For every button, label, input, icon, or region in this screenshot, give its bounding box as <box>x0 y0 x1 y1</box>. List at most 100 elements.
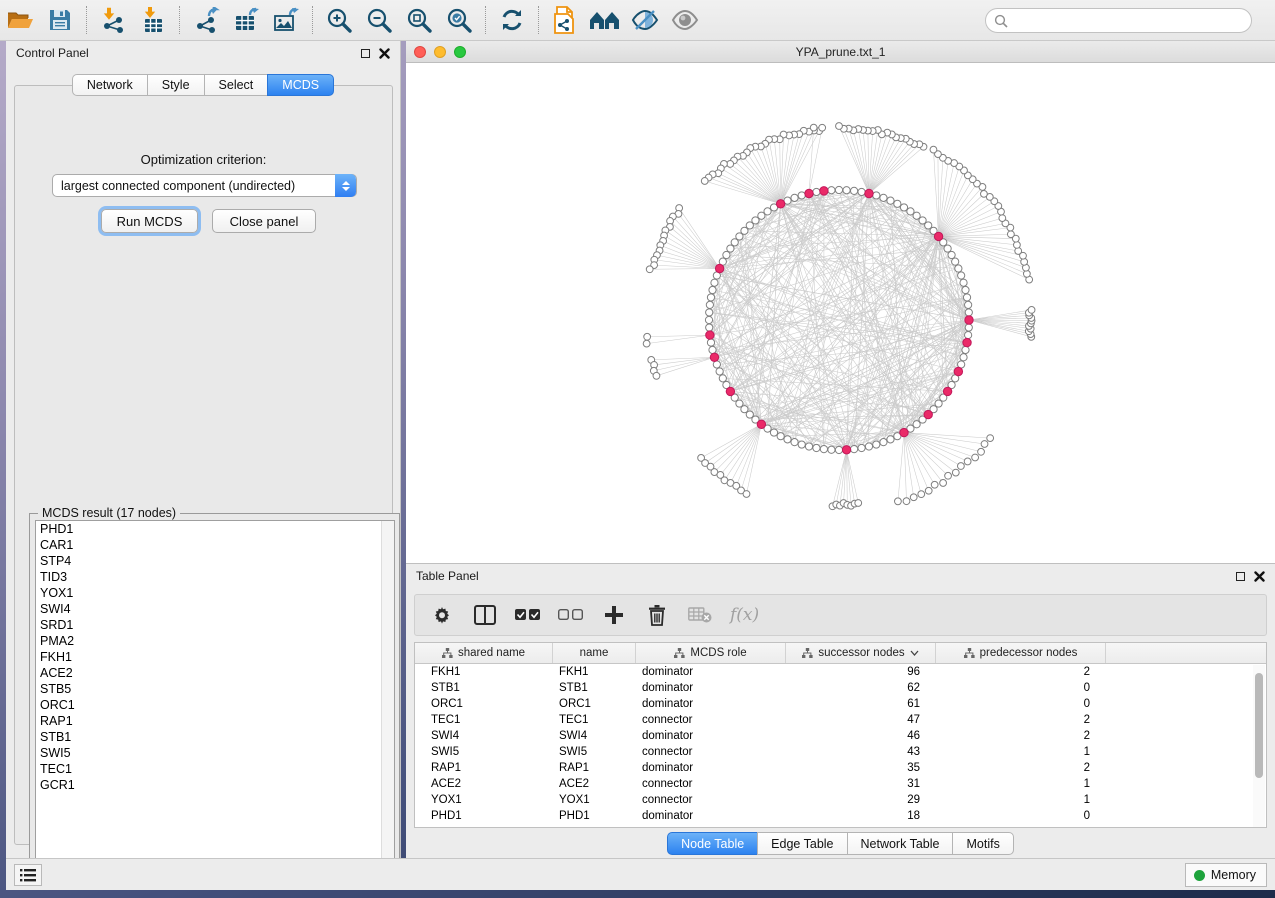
mcds-result-item[interactable]: STB1 <box>36 729 394 745</box>
function-builder-icon[interactable]: f(x) <box>730 605 759 625</box>
network-node[interactable] <box>716 368 723 375</box>
search-field[interactable] <box>985 8 1252 33</box>
network-node[interactable] <box>972 454 979 461</box>
mcds-hub-node[interactable] <box>776 200 784 208</box>
mcds-hub-node[interactable] <box>900 428 908 436</box>
network-node[interactable] <box>855 500 862 507</box>
task-history-button[interactable] <box>14 864 42 886</box>
network-node[interactable] <box>798 441 805 448</box>
mcds-result-item[interactable]: SWI4 <box>36 601 394 617</box>
network-node[interactable] <box>828 446 835 453</box>
network-node[interactable] <box>819 124 826 131</box>
tab-select[interactable]: Select <box>204 74 268 96</box>
network-node[interactable] <box>907 208 914 215</box>
optimization-criterion-select[interactable]: largest connected component (undirected) <box>52 174 357 197</box>
network-node[interactable] <box>945 472 952 479</box>
network-node[interactable] <box>931 481 938 488</box>
tab-network-table[interactable]: Network Table <box>847 832 953 855</box>
table-row[interactable]: TEC1TEC1connector472 <box>415 712 1266 728</box>
zoom-fit-icon[interactable] <box>399 3 439 37</box>
table-row[interactable]: SWI4SWI4dominator462 <box>415 728 1266 744</box>
tab-style[interactable]: Style <box>147 74 204 96</box>
float-panel-icon[interactable] <box>1236 572 1245 581</box>
network-node[interactable] <box>887 436 894 443</box>
column-header-name[interactable]: name <box>553 643 636 663</box>
network-node[interactable] <box>965 331 972 338</box>
tab-network[interactable]: Network <box>72 74 147 96</box>
network-node[interactable] <box>987 435 994 442</box>
mcds-result-list[interactable]: PHD1CAR1STP4TID3YOX1SWI4SRD1PMA2FKH1ACE2… <box>35 520 395 878</box>
network-node[interactable] <box>709 286 716 293</box>
network-node[interactable] <box>706 309 713 316</box>
mcds-result-item[interactable]: TID3 <box>36 569 394 585</box>
network-node[interactable] <box>850 187 857 194</box>
mcds-result-item[interactable]: PMA2 <box>36 633 394 649</box>
network-node[interactable] <box>957 463 964 470</box>
network-node[interactable] <box>836 123 843 130</box>
mcds-result-item[interactable]: STB5 <box>36 681 394 697</box>
network-node[interactable] <box>791 439 798 446</box>
export-network-icon[interactable] <box>186 3 226 37</box>
network-node[interactable] <box>958 272 965 279</box>
import-table-icon[interactable] <box>133 3 173 37</box>
mcds-hub-node[interactable] <box>934 232 942 240</box>
table-scrollbar-thumb[interactable] <box>1255 673 1263 778</box>
network-node[interactable] <box>858 444 865 451</box>
network-node[interactable] <box>962 286 969 293</box>
mcds-result-item[interactable]: FKH1 <box>36 649 394 665</box>
close-panel-button[interactable]: Close panel <box>212 209 316 233</box>
new-network-from-selection-icon[interactable] <box>545 3 585 37</box>
tab-motifs[interactable]: Motifs <box>952 832 1013 855</box>
mcds-result-item[interactable]: YOX1 <box>36 585 394 601</box>
network-node[interactable] <box>727 245 734 252</box>
delete-table-icon[interactable] <box>687 602 713 628</box>
network-node[interactable] <box>843 187 850 194</box>
float-panel-icon[interactable] <box>361 49 370 58</box>
network-node[interactable] <box>653 372 660 379</box>
network-node[interactable] <box>719 375 726 382</box>
mcds-result-item[interactable]: PHD1 <box>36 521 394 537</box>
mcds-hub-node[interactable] <box>820 187 828 195</box>
network-node[interactable] <box>644 333 651 340</box>
network-graph[interactable] <box>406 63 1275 563</box>
close-panel-icon[interactable] <box>1254 571 1265 582</box>
mcds-result-item[interactable]: GCR1 <box>36 777 394 793</box>
network-node[interactable] <box>952 258 959 265</box>
network-node[interactable] <box>777 433 784 440</box>
mcds-hub-node[interactable] <box>726 387 734 395</box>
mcds-list-scrollbar[interactable] <box>381 521 394 877</box>
mcds-hub-node[interactable] <box>706 331 714 339</box>
close-panel-icon[interactable] <box>379 48 390 59</box>
network-node[interactable] <box>646 266 653 273</box>
network-node[interactable] <box>903 498 910 505</box>
search-input[interactable] <box>1008 14 1228 28</box>
table-row[interactable]: FKH1FKH1dominator962 <box>415 664 1266 680</box>
mcds-hub-node[interactable] <box>924 410 932 418</box>
network-node[interactable] <box>894 200 901 207</box>
tab-edge-table[interactable]: Edge Table <box>757 832 846 855</box>
network-node[interactable] <box>706 301 713 308</box>
first-neighbors-icon[interactable] <box>585 3 625 37</box>
network-node[interactable] <box>955 265 962 272</box>
network-node[interactable] <box>887 197 894 204</box>
network-node[interactable] <box>707 339 714 346</box>
network-node[interactable] <box>940 480 947 487</box>
network-node[interactable] <box>1028 307 1035 314</box>
network-node[interactable] <box>981 441 988 448</box>
network-node[interactable] <box>925 487 932 494</box>
gear-icon[interactable] <box>429 602 455 628</box>
network-node[interactable] <box>880 194 887 201</box>
network-node[interactable] <box>960 279 967 286</box>
network-node[interactable] <box>1014 241 1021 248</box>
tab-node-table[interactable]: Node Table <box>667 832 757 855</box>
export-image-icon[interactable] <box>266 3 306 37</box>
apply-layout-icon[interactable] <box>492 3 532 37</box>
tab-mcds[interactable]: MCDS <box>267 74 334 96</box>
network-node[interactable] <box>948 251 955 258</box>
select-all-icon[interactable] <box>515 602 541 628</box>
import-network-icon[interactable] <box>93 3 133 37</box>
network-node[interactable] <box>981 190 988 197</box>
network-node[interactable] <box>813 188 820 195</box>
mcds-hub-node[interactable] <box>963 338 971 346</box>
zoom-out-icon[interactable] <box>359 3 399 37</box>
